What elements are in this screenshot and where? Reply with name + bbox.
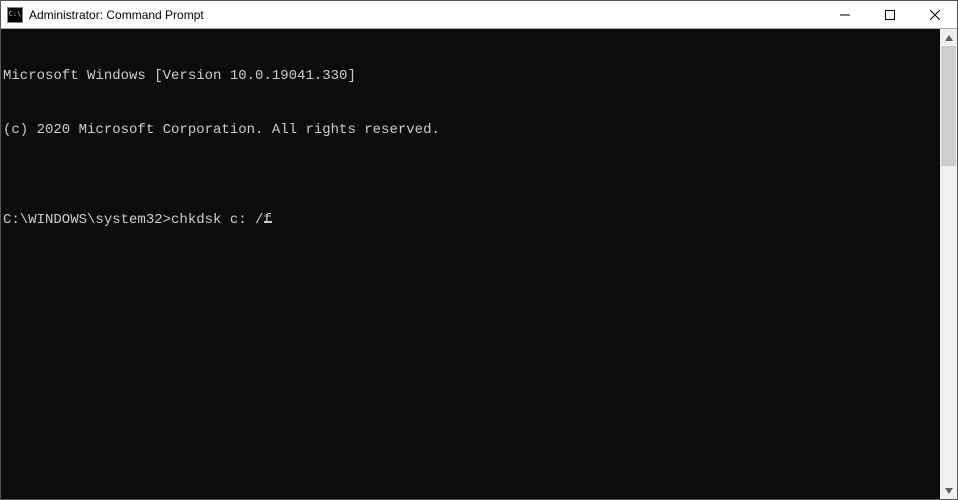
prompt-line: C:\WINDOWS\system32>chkdsk c: /f [3,211,940,229]
scroll-track[interactable] [940,46,957,482]
minimize-button[interactable] [822,1,867,28]
cmd-icon-label: C:\ [9,11,22,18]
maximize-button[interactable] [867,1,912,28]
close-button[interactable] [912,1,957,28]
text-cursor [264,221,272,223]
terminal-output[interactable]: Microsoft Windows [Version 10.0.19041.33… [1,29,940,499]
window-title: Administrator: Command Prompt [29,8,822,22]
cmd-icon: C:\ [7,7,23,23]
window-controls [822,1,957,28]
copyright-line: (c) 2020 Microsoft Corporation. All righ… [3,121,940,139]
scroll-thumb[interactable] [941,46,956,166]
vertical-scrollbar[interactable] [940,29,957,499]
titlebar[interactable]: C:\ Administrator: Command Prompt [1,1,957,29]
command-prompt-window: C:\ Administrator: Command Prompt Micros… [0,0,958,500]
prompt-text: C:\WINDOWS\system32> [3,212,171,228]
scroll-up-arrow-icon[interactable] [940,29,957,46]
scroll-down-arrow-icon[interactable] [940,482,957,499]
version-line: Microsoft Windows [Version 10.0.19041.33… [3,67,940,85]
command-text: chkdsk c: /f [171,212,272,228]
content-area: Microsoft Windows [Version 10.0.19041.33… [1,29,957,499]
